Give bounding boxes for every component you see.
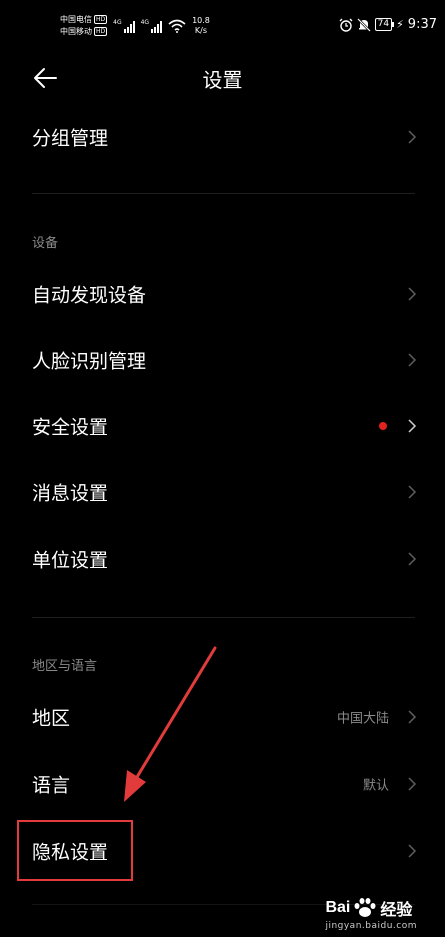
- settings-row-auto-discover[interactable]: 自动发现设备: [0, 261, 445, 327]
- network-speed: 10.8 K/s: [192, 16, 210, 35]
- watermark-brand-right: 经验: [380, 902, 413, 919]
- paw-logo-icon: [354, 898, 376, 917]
- section-header-region-language: 地区与语言: [32, 659, 98, 674]
- chevron-right-icon: [408, 777, 417, 791]
- status-bar: 中国电信 HD 中国移动 HD 4G 4G 10.8 K/s 74 ⚡ 9:37: [0, 0, 445, 52]
- charging-icon: ⚡: [396, 18, 404, 31]
- page-title: 设置: [202, 68, 243, 92]
- wifi-icon: [168, 19, 186, 33]
- settings-row-unit[interactable]: 单位设置: [0, 526, 445, 592]
- chevron-right-icon: [408, 287, 417, 301]
- baidu-jingyan-watermark: Bai 经验 jingyan.baidu.com: [325, 896, 417, 931]
- carrier-1: 中国电信: [60, 15, 92, 24]
- row-label: 单位设置: [32, 549, 109, 572]
- app-header: 设置: [0, 52, 445, 104]
- divider: [32, 193, 415, 194]
- chevron-right-icon: [408, 710, 417, 724]
- row-label: 地区: [32, 707, 71, 730]
- settings-row-group-management[interactable]: 分组管理: [0, 104, 445, 170]
- mute-bell-icon: [356, 17, 371, 32]
- row-label: 自动发现设备: [32, 284, 147, 307]
- row-value: 中国大陆: [336, 711, 389, 727]
- alarm-icon: [339, 18, 353, 32]
- divider: [32, 617, 415, 618]
- clock: 9:37: [407, 17, 437, 32]
- settings-row-region[interactable]: 地区 中国大陆: [0, 684, 445, 750]
- settings-row-message[interactable]: 消息设置: [0, 459, 445, 525]
- chevron-right-icon: [408, 419, 417, 433]
- row-label: 消息设置: [32, 482, 109, 505]
- watermark-brand-left: Bai: [325, 899, 351, 916]
- settings-row-security[interactable]: 安全设置: [0, 393, 445, 459]
- row-value: 默认: [362, 778, 389, 794]
- carrier-info: 中国电信 HD 中国移动 HD: [60, 14, 108, 38]
- chevron-right-icon: [408, 130, 417, 144]
- section-header-device: 设备: [32, 236, 59, 251]
- signal-icon: 4G: [113, 19, 135, 33]
- chevron-right-icon: [408, 844, 417, 858]
- hd-badge: HD: [94, 27, 108, 36]
- chevron-right-icon: [408, 353, 417, 367]
- status-bar-right: 74 ⚡ 9:37: [339, 17, 437, 32]
- chevron-right-icon: [408, 485, 417, 499]
- hd-badge: HD: [94, 15, 108, 24]
- chevron-right-icon: [408, 552, 417, 566]
- notification-dot: [379, 422, 387, 430]
- settings-row-language[interactable]: 语言 默认: [0, 751, 445, 817]
- row-label: 人脸识别管理: [32, 350, 147, 373]
- settings-row-face-recognition[interactable]: 人脸识别管理: [0, 327, 445, 393]
- signal-icon: 4G: [141, 19, 163, 33]
- highlight-box: [17, 820, 133, 881]
- watermark-url: jingyan.baidu.com: [325, 921, 417, 931]
- battery-indicator: 74: [374, 18, 395, 31]
- row-label: 语言: [32, 774, 71, 797]
- carrier-2: 中国移动: [60, 27, 92, 36]
- row-label: 安全设置: [32, 416, 109, 439]
- status-bar-left: 中国电信 HD 中国移动 HD 4G 4G 10.8 K/s: [60, 14, 210, 38]
- row-label: 分组管理: [32, 127, 109, 150]
